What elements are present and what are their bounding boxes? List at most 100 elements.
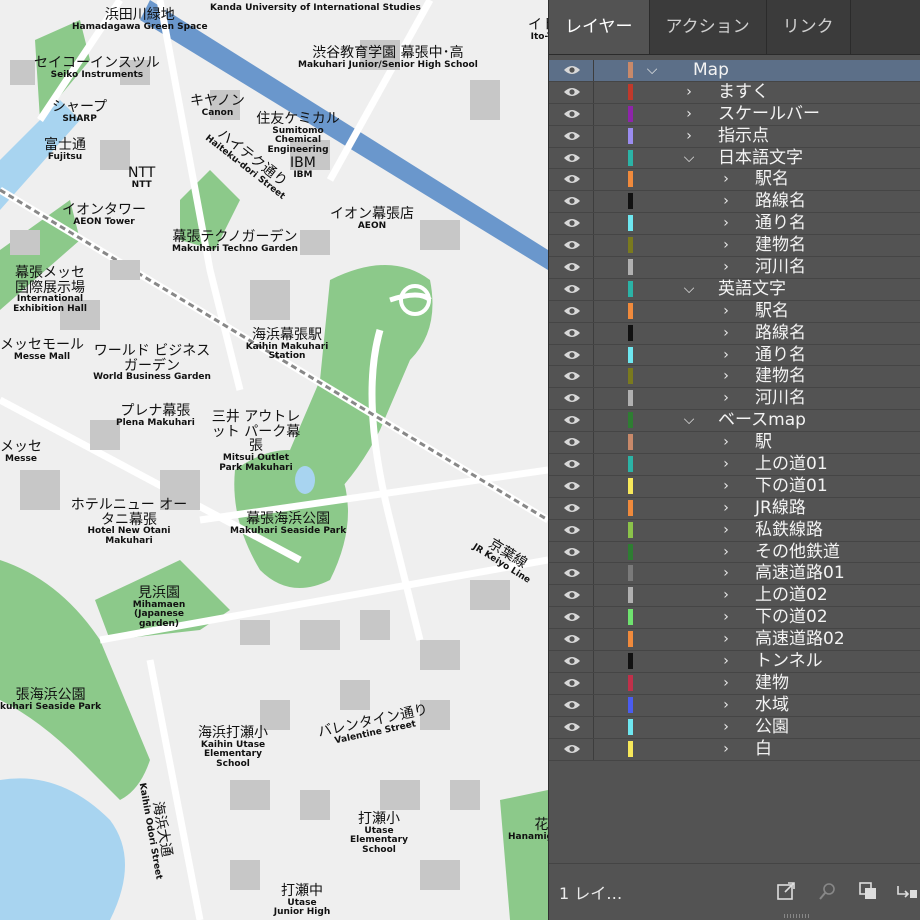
layer-name[interactable]: 通り名 <box>755 213 806 234</box>
layer-row[interactable]: ⌵ 日本語文字 <box>549 147 920 170</box>
layer-row[interactable]: › スケールバー <box>549 103 920 126</box>
eye-icon[interactable] <box>563 392 581 404</box>
layer-name[interactable]: ベースmap <box>718 410 806 431</box>
chevron-right-icon[interactable]: › <box>719 388 733 408</box>
eye-icon[interactable] <box>563 721 581 733</box>
eye-icon[interactable] <box>563 677 581 689</box>
layer-row[interactable]: › 上の道01 <box>549 454 920 476</box>
lock-column[interactable] <box>593 366 594 388</box>
layer-row[interactable]: ⌵ Map <box>549 60 920 82</box>
layer-row[interactable]: › JR線路 <box>549 497 920 520</box>
new-sublayer-icon[interactable] <box>895 880 917 902</box>
layer-row[interactable]: › 上の道02 <box>549 585 920 608</box>
chevron-right-icon[interactable]: › <box>719 213 733 233</box>
layer-name[interactable]: 下の道01 <box>755 476 828 497</box>
eye-icon[interactable] <box>563 699 581 711</box>
lock-column[interactable] <box>593 60 594 81</box>
chevron-right-icon[interactable]: › <box>682 82 696 102</box>
chevron-right-icon[interactable]: › <box>719 366 733 386</box>
lock-column[interactable] <box>593 716 594 738</box>
chevron-right-icon[interactable]: › <box>719 498 733 518</box>
eye-icon[interactable] <box>563 217 581 229</box>
map-canvas[interactable]: 浜田川緑地 Hamadagawa Green Space Kanda Univer… <box>0 0 548 920</box>
layer-name[interactable]: 上の道02 <box>755 585 828 606</box>
lock-column[interactable] <box>593 497 594 519</box>
chevron-right-icon[interactable]: › <box>719 695 733 715</box>
eye-icon[interactable] <box>563 239 581 251</box>
chevron-down-icon[interactable]: ⌵ <box>682 148 696 168</box>
chevron-right-icon[interactable]: › <box>719 454 733 474</box>
layer-name[interactable]: 公園 <box>755 717 789 738</box>
layer-row[interactable]: › 河川名 <box>549 388 920 411</box>
layer-name[interactable]: 通り名 <box>755 345 806 366</box>
layer-row[interactable]: ⌵ ベースmap <box>549 410 920 433</box>
lock-column[interactable] <box>593 629 594 651</box>
chevron-right-icon[interactable]: › <box>719 257 733 277</box>
lock-column[interactable] <box>593 432 594 454</box>
layer-name[interactable]: 指示点 <box>718 126 769 147</box>
layer-name[interactable]: 水域 <box>755 695 789 716</box>
eye-icon[interactable] <box>563 546 581 558</box>
layer-row[interactable]: ⌵ 英語文字 <box>549 278 920 301</box>
lock-column[interactable] <box>593 738 594 760</box>
export-icon[interactable] <box>775 880 797 902</box>
eye-icon[interactable] <box>563 349 581 361</box>
eye-icon[interactable] <box>563 305 581 317</box>
lock-column[interactable] <box>593 322 594 344</box>
lock-column[interactable] <box>593 607 594 629</box>
lock-column[interactable] <box>593 410 594 432</box>
layer-name[interactable]: 路線名 <box>755 323 806 344</box>
layer-name[interactable]: JR線路 <box>755 498 806 519</box>
lock-column[interactable] <box>593 300 594 322</box>
layer-name[interactable]: Map <box>693 60 729 81</box>
layer-row[interactable]: › 通り名 <box>549 213 920 236</box>
clipping-mask-icon[interactable] <box>857 880 879 902</box>
lock-column[interactable] <box>593 694 594 716</box>
layer-name[interactable]: 建物名 <box>755 235 806 256</box>
chevron-down-icon[interactable]: ⌵ <box>682 410 696 430</box>
layer-row[interactable]: › ますく <box>549 81 920 104</box>
layer-name[interactable]: 駅名 <box>755 169 789 190</box>
layer-name[interactable]: 河川名 <box>755 257 806 278</box>
layer-name[interactable]: ますく <box>718 82 769 103</box>
lock-column[interactable] <box>593 563 594 585</box>
chevron-right-icon[interactable]: › <box>719 673 733 693</box>
eye-icon[interactable] <box>563 370 581 382</box>
layer-row[interactable]: › 路線名 <box>549 322 920 345</box>
chevron-right-icon[interactable]: › <box>682 104 696 124</box>
layer-row[interactable]: › その他鉄道 <box>549 541 920 564</box>
eye-icon[interactable] <box>563 567 581 579</box>
eye-icon[interactable] <box>563 173 581 185</box>
eye-icon[interactable] <box>563 64 581 76</box>
eye-icon[interactable] <box>563 261 581 273</box>
lock-column[interactable] <box>593 169 594 191</box>
chevron-right-icon[interactable]: › <box>719 476 733 496</box>
lock-column[interactable] <box>593 454 594 475</box>
layer-row[interactable]: › 白 <box>549 738 920 761</box>
layer-name[interactable]: その他鉄道 <box>755 542 840 563</box>
layer-name[interactable]: 私鉄線路 <box>755 520 823 541</box>
lock-column[interactable] <box>593 541 594 563</box>
chevron-right-icon[interactable]: › <box>719 607 733 627</box>
layer-row[interactable]: › 下の道01 <box>549 475 920 498</box>
layer-row[interactable]: › 下の道02 <box>549 607 920 630</box>
layer-row[interactable]: › 建物名 <box>549 235 920 258</box>
layer-row[interactable]: › 水域 <box>549 694 920 717</box>
layer-name[interactable]: 河川名 <box>755 388 806 409</box>
search-icon[interactable] <box>817 880 839 902</box>
eye-icon[interactable] <box>563 152 581 164</box>
layer-row[interactable]: › 指示点 <box>549 125 920 148</box>
eye-icon[interactable] <box>563 195 581 207</box>
eye-icon[interactable] <box>563 283 581 295</box>
layer-name[interactable]: 高速道路01 <box>755 563 845 584</box>
chevron-right-icon[interactable]: › <box>719 432 733 452</box>
layer-row[interactable]: › トンネル <box>549 651 920 673</box>
chevron-down-icon[interactable]: ⌵ <box>645 60 659 80</box>
layer-name[interactable]: 上の道01 <box>755 454 828 475</box>
layer-row[interactable]: › 公園 <box>549 716 920 739</box>
layer-row[interactable]: › 通り名 <box>549 344 920 367</box>
lock-column[interactable] <box>593 519 594 541</box>
chevron-right-icon[interactable]: › <box>719 345 733 365</box>
eye-icon[interactable] <box>563 327 581 339</box>
chevron-right-icon[interactable]: › <box>719 191 733 211</box>
